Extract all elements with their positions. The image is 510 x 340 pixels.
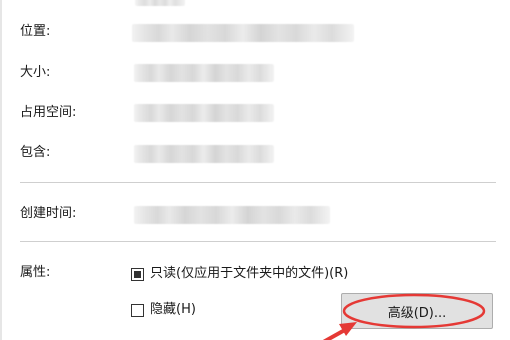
annotation-arrow-shaft (322, 329, 345, 340)
redacted-top-value (135, 0, 185, 6)
hidden-checkbox[interactable] (131, 304, 144, 317)
annotation-overlay (322, 293, 486, 340)
readonly-checkbox[interactable] (131, 268, 144, 281)
location-value-redacted (132, 24, 354, 42)
size-value-redacted (134, 64, 274, 82)
readonly-checkbox-label[interactable]: 只读(仅应用于文件夹中的文件)(R) (150, 266, 348, 282)
size-on-disk-label: 占用空间: (20, 105, 77, 120)
contains-label: 包含: (20, 145, 51, 160)
section-divider-2 (20, 241, 496, 242)
readonly-indeterminate-mark (134, 271, 141, 278)
created-value-redacted (134, 206, 330, 224)
section-divider-1 (20, 182, 496, 183)
contains-value-redacted (134, 145, 274, 163)
size-on-disk-value-redacted (134, 104, 274, 122)
attributes-label: 属性: (20, 265, 51, 280)
size-label: 大小: (20, 65, 51, 80)
advanced-button[interactable]: 高级(D)... (341, 293, 493, 329)
window-left-edge (0, 0, 2, 340)
advanced-button-label: 高级(D)... (387, 305, 447, 321)
hidden-checkbox-label[interactable]: 隐藏(H) (150, 302, 196, 318)
properties-general-panel: 位置: 大小: 占用空间: 包含: 创建时间: 属性: 只读(仅应用于文件夹中的… (0, 0, 510, 340)
created-label: 创建时间: (20, 206, 77, 221)
location-label: 位置: (20, 24, 51, 39)
